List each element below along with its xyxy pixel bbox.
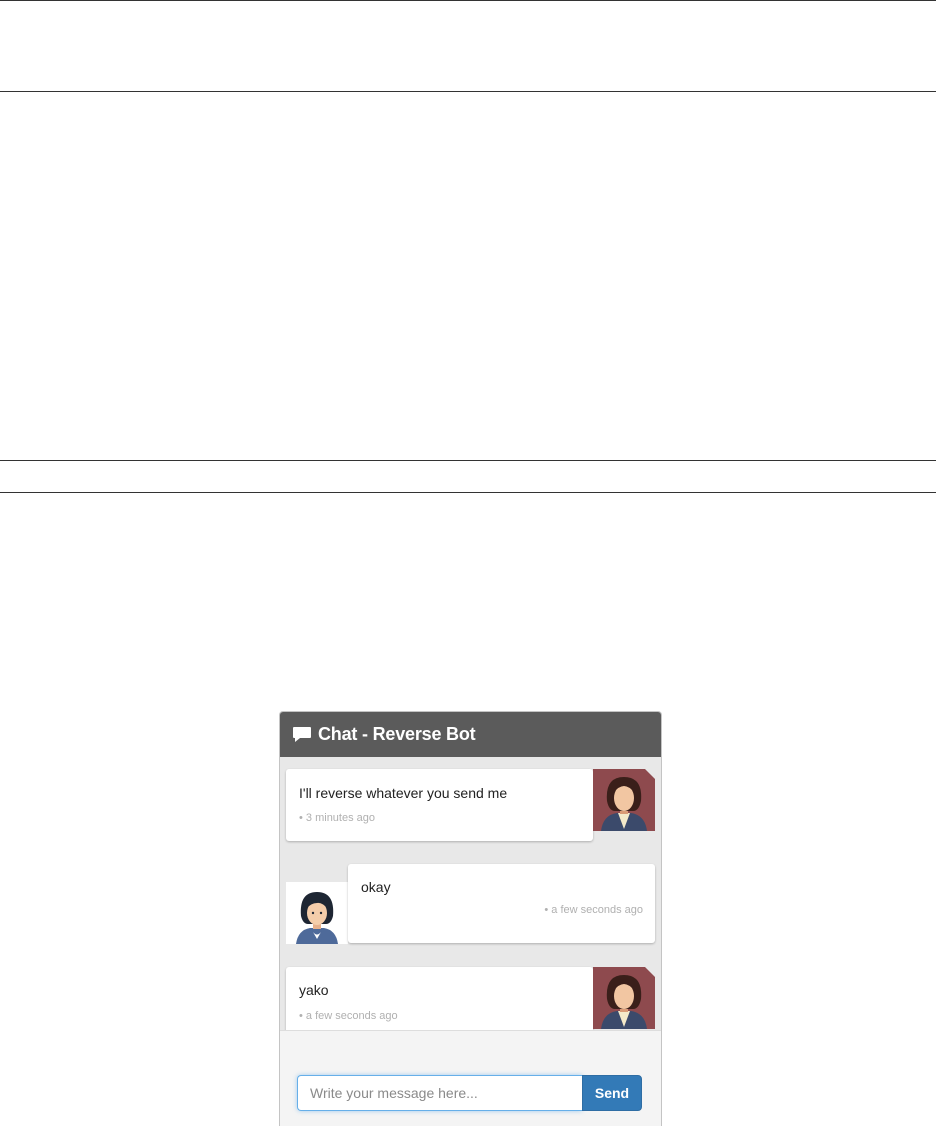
divider [0,460,936,461]
message-text: okay [361,879,391,895]
bot-avatar [593,769,655,831]
message-timestamp: • 3 minutes ago [299,812,376,824]
divider [0,492,936,493]
chat-message-bot: yako • a few seconds ago [286,967,593,1039]
page: Chat - Reverse Bot I'll reverse whatever… [0,0,936,1126]
message-timestamp: • a few seconds ago [299,1010,398,1022]
bot-avatar [593,967,655,1029]
chat-message-user: okay • a few seconds ago [348,864,655,943]
message-text: I'll reverse whatever you send me [299,785,508,801]
chat-footer: Send [280,1030,661,1126]
divider [0,0,936,1]
chat-title: Chat - Reverse Bot [318,724,476,744]
divider [0,91,936,92]
message-input[interactable] [297,1075,582,1111]
send-button[interactable]: Send [582,1075,642,1111]
message-timestamp: • a few seconds ago [544,904,643,916]
chat-header: Chat - Reverse Bot [280,712,661,757]
comment-icon [292,726,312,744]
chat-message-bot: I'll reverse whatever you send me • 3 mi… [286,769,593,841]
message-text: yako [299,982,329,998]
user-avatar [286,882,348,944]
chat-widget: Chat - Reverse Bot I'll reverse whatever… [279,711,662,1126]
